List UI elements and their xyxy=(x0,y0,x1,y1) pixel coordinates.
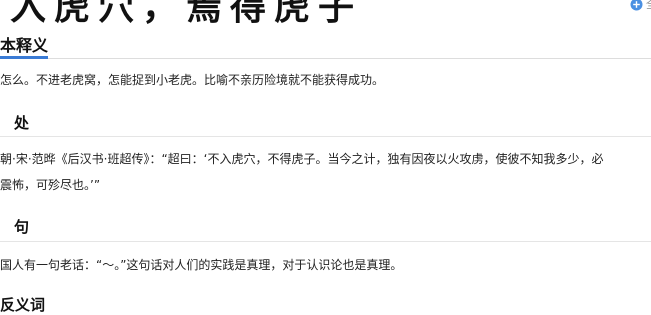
example-heading: 句 xyxy=(14,218,30,236)
tab-basic-meaning[interactable]: 本释义 xyxy=(0,32,48,56)
antonym-heading: 反义词 xyxy=(0,296,46,314)
example-text: 国人有一句老话：“～。”这句话对人们的实践是真理，对于认识论也是真理。 xyxy=(0,258,403,272)
page-title: 入虎穴，焉得虎子 xyxy=(10,0,363,28)
source-divider xyxy=(0,136,651,137)
header-action[interactable]: 全 xyxy=(630,0,651,12)
source-text-line1: 朝·宋·范晔《后汉书·班超传》：“超曰：‘不入虎穴，不得虎子。当今之计，独有因夜… xyxy=(0,152,604,166)
definition-text: 怎么。不进老虎窝，怎能捉到小老虎。比喻不亲历险境就不能获得成功。 xyxy=(0,73,385,87)
source-heading: 处 xyxy=(14,114,30,132)
source-text-line2: 震怖，可殄尽也。’” xyxy=(0,178,101,192)
header-action-label: 全 xyxy=(646,0,651,12)
plus-circle-icon xyxy=(630,0,643,11)
tab-divider xyxy=(0,58,651,59)
page: 入虎穴，焉得虎子 全 本释义 怎么。不进老虎窝，怎能捉到小老虎。比喻不亲历险境就… xyxy=(0,0,651,315)
example-divider xyxy=(0,241,651,242)
tab-active-indicator xyxy=(0,56,48,59)
